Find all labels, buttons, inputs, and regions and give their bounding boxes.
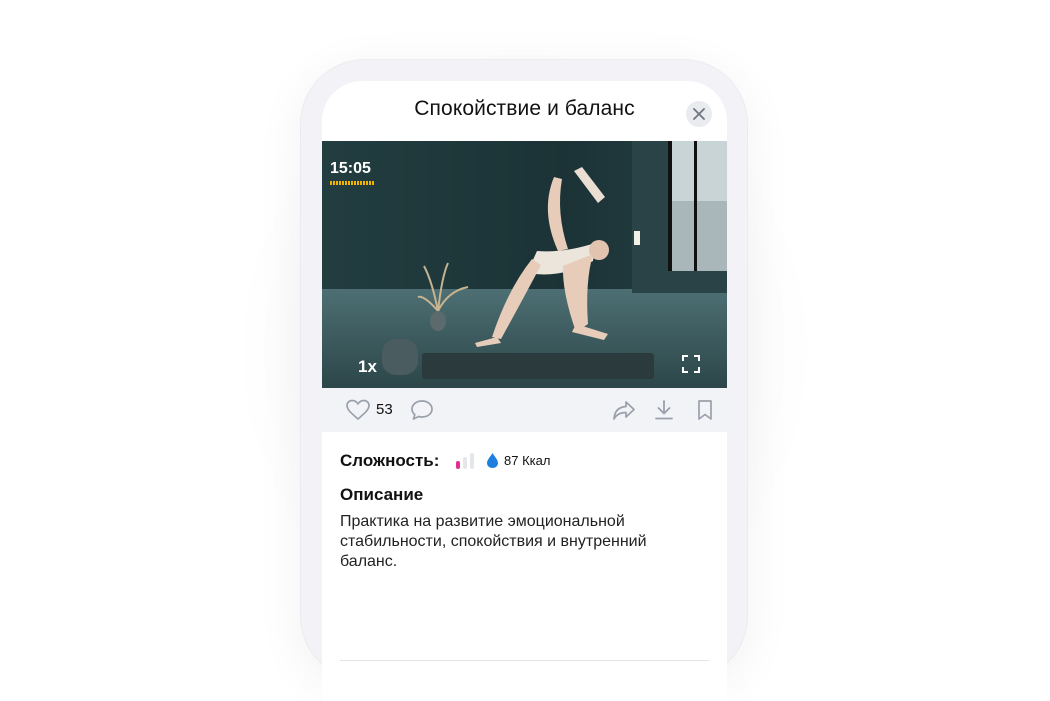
drop-icon xyxy=(487,453,498,468)
description-heading: Описание xyxy=(340,485,424,504)
playback-speed-button[interactable]: 1x xyxy=(358,357,377,377)
heart-icon[interactable] xyxy=(346,399,370,421)
phone-frame: Спокойствие и баланс 15:05 1x 53 Сложнос… xyxy=(301,60,747,701)
close-button[interactable] xyxy=(686,101,712,127)
modal-header: Спокойствие и баланс xyxy=(322,81,727,141)
video-progress-indicator[interactable] xyxy=(330,181,374,185)
close-icon xyxy=(693,108,705,120)
divider xyxy=(340,660,709,661)
calories-value: 87 Ккал xyxy=(504,453,551,468)
page-title: Спокойствие и баланс xyxy=(414,97,635,120)
comment-icon[interactable] xyxy=(410,399,434,421)
likes-count: 53 xyxy=(376,401,393,418)
video-frame-image xyxy=(322,141,727,388)
difficulty-bars-icon xyxy=(456,453,476,469)
screen: Спокойствие и баланс 15:05 1x 53 Сложнос… xyxy=(322,81,727,701)
action-bar: 53 xyxy=(322,388,727,432)
download-icon[interactable] xyxy=(653,399,675,421)
difficulty-row: Сложность: 87 Ккал xyxy=(340,451,709,471)
bookmark-icon[interactable] xyxy=(696,399,714,421)
video-time: 15:05 xyxy=(330,160,371,177)
fullscreen-icon[interactable] xyxy=(682,355,700,373)
video-player[interactable]: 15:05 1x xyxy=(322,141,727,388)
share-icon[interactable] xyxy=(612,399,636,421)
description-text: Практика на развитие эмоциональной стаби… xyxy=(340,513,647,570)
difficulty-label: Сложность: xyxy=(340,451,440,470)
